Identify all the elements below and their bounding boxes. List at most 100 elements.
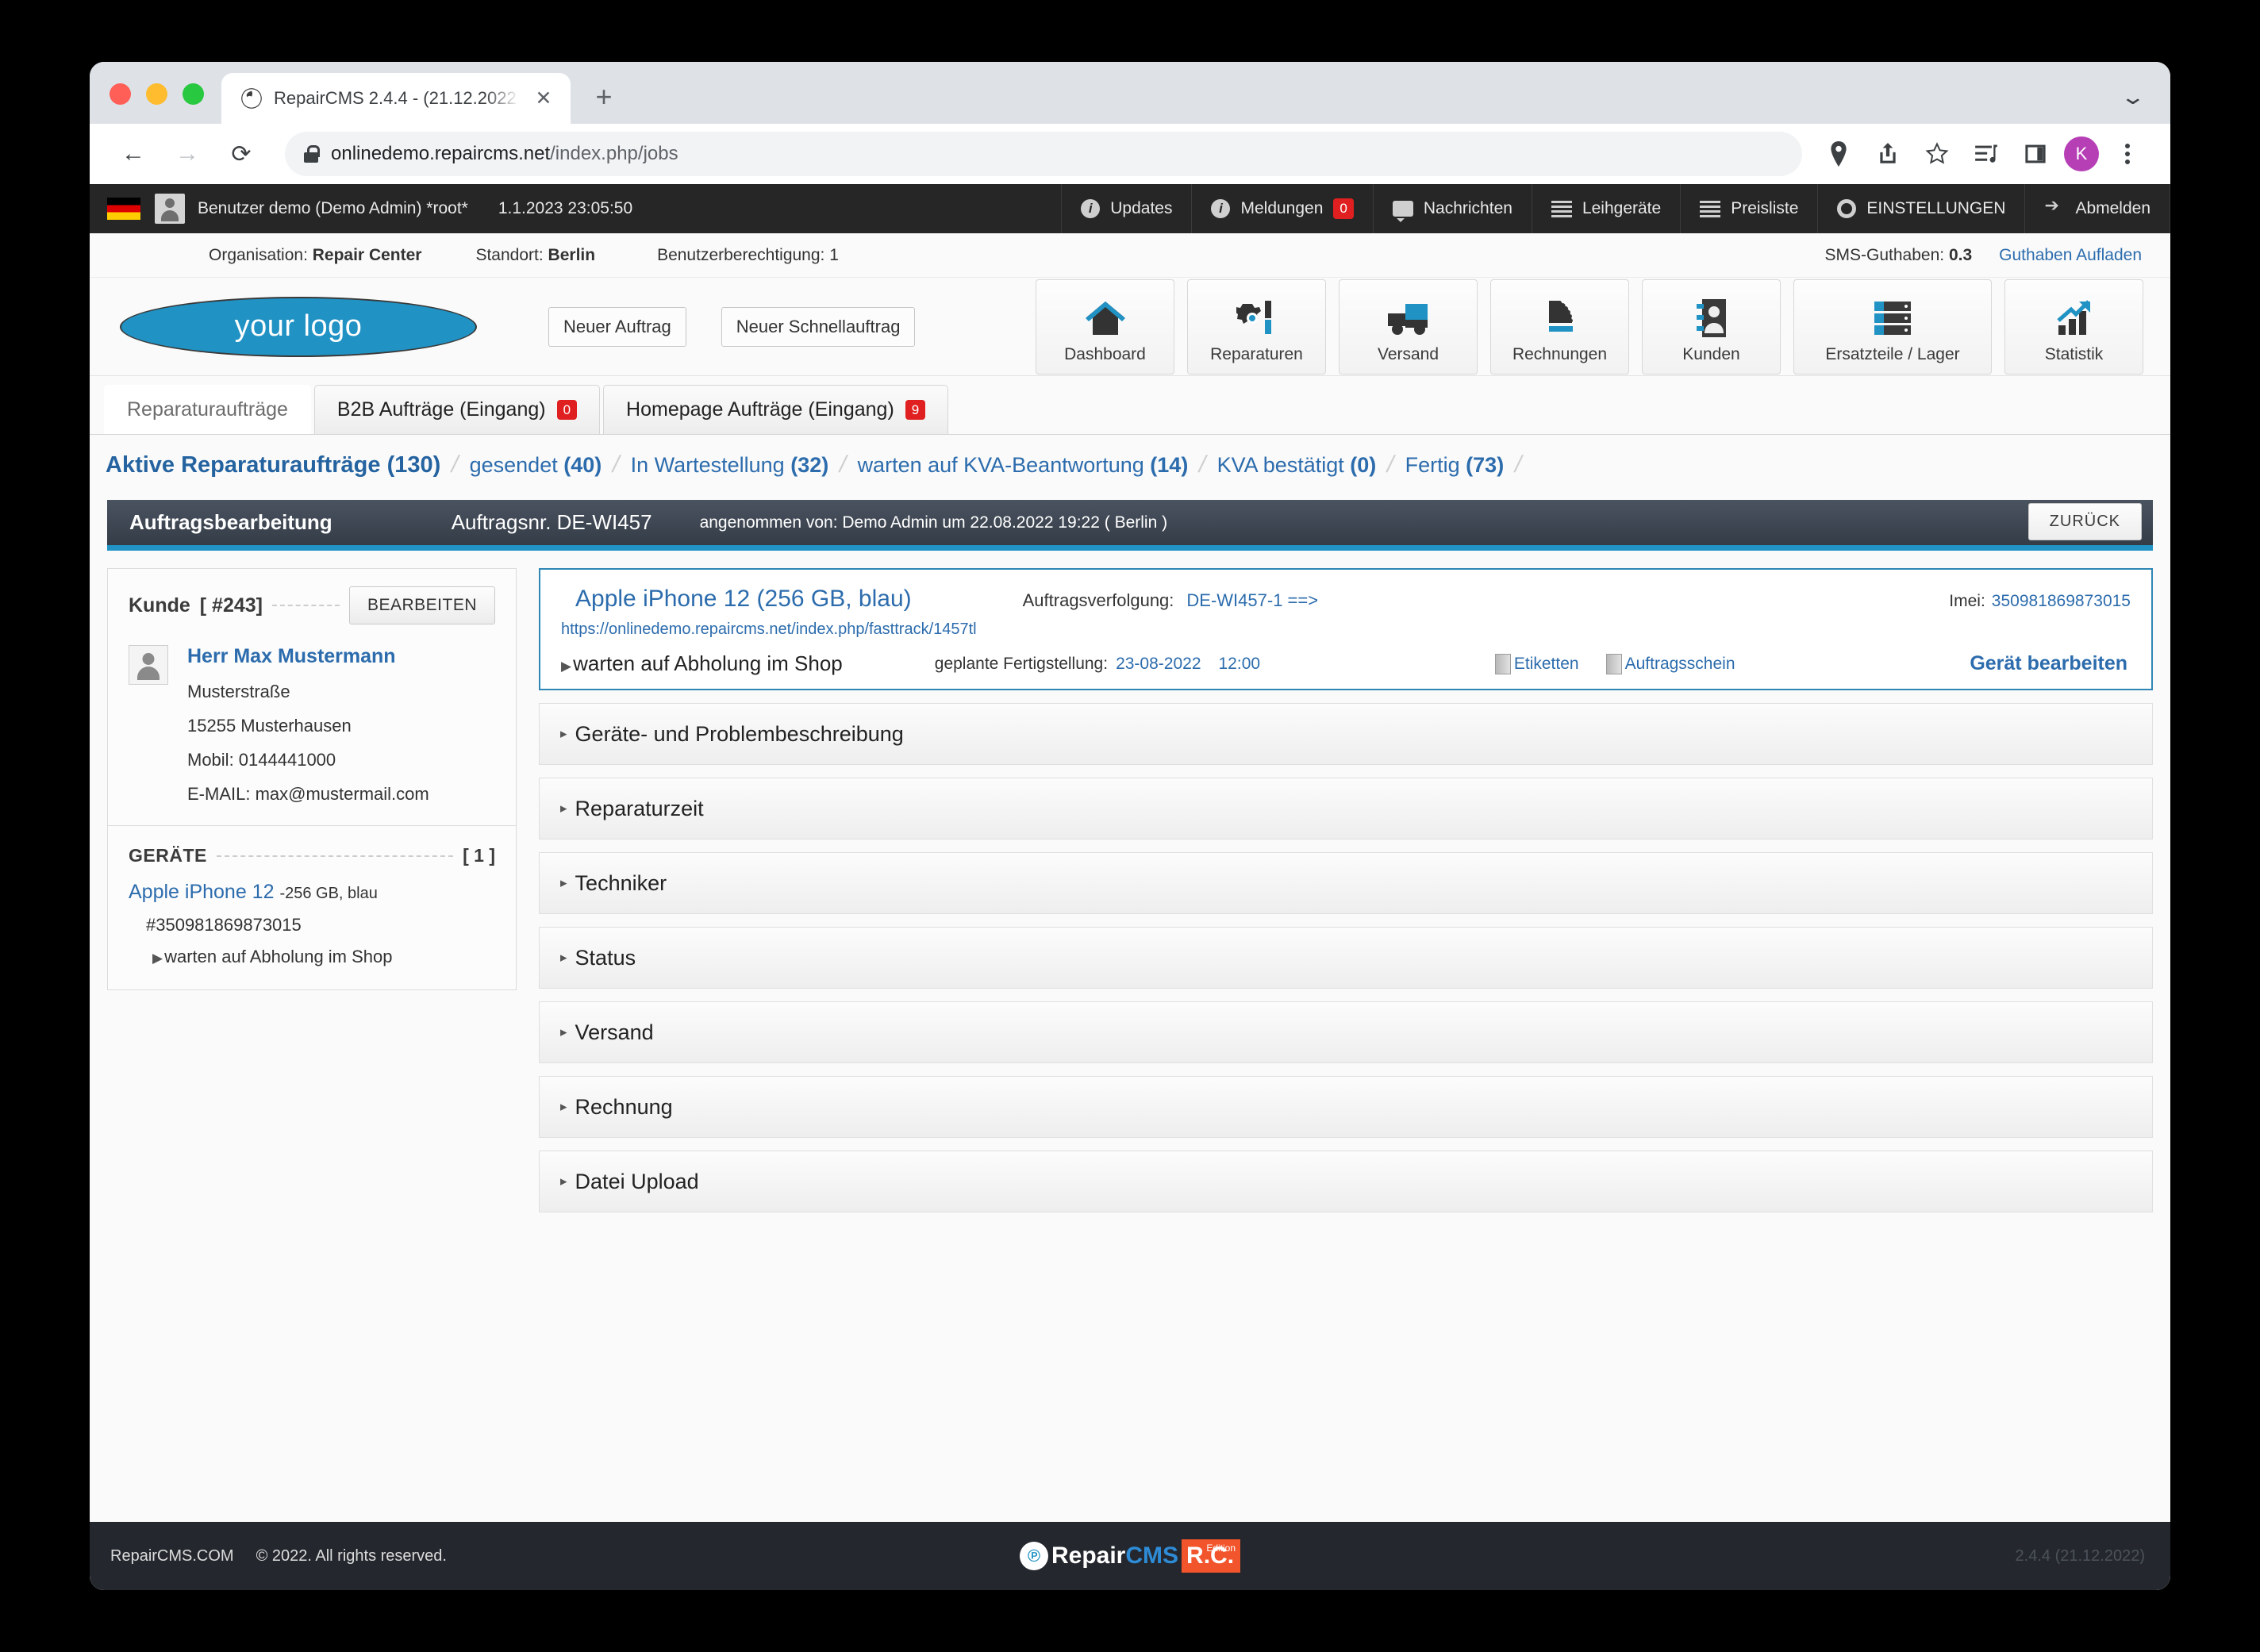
footer-logo-repair: Repair <box>1051 1543 1126 1569</box>
back-button[interactable]: ← <box>110 131 156 177</box>
guthaben-aufladen-link[interactable]: Guthaben Aufladen <box>1999 246 2142 265</box>
device-name-link[interactable]: Apple iPhone 12 <box>129 881 274 903</box>
appbar-item-updates[interactable]: i Updates <box>1061 184 1191 233</box>
side-panel-icon[interactable] <box>2015 133 2056 175</box>
bookmark-star-icon[interactable] <box>1916 133 1958 175</box>
forward-button[interactable]: → <box>164 131 210 177</box>
edit-customer-button[interactable]: BEARBEITEN <box>348 586 495 624</box>
neuer-auftrag-button[interactable]: Neuer Auftrag <box>548 306 686 347</box>
chat-icon <box>1392 201 1413 222</box>
breadcrumb-item-fertig[interactable]: Fertig (73) <box>1405 453 1505 478</box>
device-status-label: warten auf Abholung im Shop <box>164 947 393 966</box>
location-pin-icon[interactable] <box>1818 133 1859 175</box>
triangle-right-icon: ▸ <box>560 801 567 816</box>
maximize-window-button[interactable] <box>183 83 204 105</box>
chevron-down-icon[interactable]: ⌄ <box>2120 85 2147 109</box>
address-bar-url: onlinedemo.repaircms.net/index.php/jobs <box>331 143 678 165</box>
info-icon: i <box>1081 199 1101 218</box>
triangle-right-icon: ▸ <box>560 1024 567 1039</box>
logout-icon <box>2044 195 2065 217</box>
appbar-item-einstellungen[interactable]: EINSTELLUNGEN <box>1817 184 2024 233</box>
browser-toolbar: ← → ⟳ onlinedemo.repaircms.net/index.php… <box>90 124 2170 184</box>
browser-window: RepairCMS 2.4.4 - (21.12.2022 ✕ + ⌄ ← → … <box>90 62 2170 1590</box>
accordion-datei-upload[interactable]: ▸ Datei Upload <box>539 1151 2153 1212</box>
organisation-value: Repair Center <box>312 245 422 264</box>
etiketten-label: Etiketten <box>1513 654 1579 673</box>
appbar-item-abmelden[interactable]: Abmelden <box>2024 184 2170 233</box>
auftragsschein-link[interactable]: Auftragsschein <box>1605 653 1735 674</box>
new-tab-button[interactable]: + <box>582 75 626 119</box>
browser-action-icons: K <box>1818 133 2148 175</box>
company-logo[interactable]: your logo <box>120 296 477 357</box>
triangle-right-icon: ▶ <box>152 951 163 966</box>
appbar-item-meldungen[interactable]: i Meldungen 0 <box>1191 184 1372 233</box>
breadcrumb-count: (130) <box>386 451 441 478</box>
german-flag-icon[interactable] <box>107 198 140 220</box>
footer-copyright: © 2022. All rights reserved. <box>256 1546 447 1565</box>
server-rack-icon <box>1873 298 1912 339</box>
triangle-right-icon: ▸ <box>560 726 567 741</box>
completion-time[interactable]: 12:00 <box>1219 655 1261 674</box>
breadcrumb-item-wartestellung[interactable]: In Wartestellung (32) <box>631 453 829 478</box>
breadcrumb-item-aktive[interactable]: Aktive Reparaturaufträge (130) <box>106 452 440 478</box>
device-spec: -256 GB, blau <box>279 885 378 902</box>
app-top-bar: Benutzer demo (Demo Admin) *root* 1.1.20… <box>90 184 2170 233</box>
completion-date[interactable]: 23-08-2022 <box>1116 655 1201 674</box>
nav-tile-kunden[interactable]: Kunden <box>1642 279 1781 375</box>
window-controls[interactable] <box>90 83 221 124</box>
neuer-schnellauftrag-button[interactable]: Neuer Schnellauftrag <box>721 306 916 347</box>
breadcrumb-item-gesendet[interactable]: gesendet (40) <box>470 453 602 478</box>
nav-tile-dashboard[interactable]: Dashboard <box>1036 279 1174 375</box>
accordion-reparaturzeit[interactable]: ▸ Reparaturzeit <box>539 778 2153 839</box>
minimize-window-button[interactable] <box>146 83 167 105</box>
customer-title: Kunde <box>129 594 190 617</box>
close-window-button[interactable] <box>110 83 131 105</box>
edit-device-link[interactable]: Gerät bearbeiten <box>1970 652 2127 675</box>
browser-tab[interactable]: RepairCMS 2.4.4 - (21.12.2022 ✕ <box>221 73 571 124</box>
appbar-item-leihgeraete[interactable]: Leihgeräte <box>1531 184 1680 233</box>
imei-value-link[interactable]: 350981869873015 <box>1992 592 2131 611</box>
customer-name-link[interactable]: Herr Max Mustermann <box>187 645 429 668</box>
nav-tile-rechnungen[interactable]: Rechnungen <box>1490 279 1629 375</box>
breadcrumb-item-kva-bestaetigt[interactable]: KVA bestätigt (0) <box>1217 453 1377 478</box>
device-card-title-link[interactable]: Apple iPhone 12 (256 GB, blau) <box>575 586 912 613</box>
contacts-icon <box>1696 298 1728 339</box>
nav-tile-ersatzteile-lager[interactable]: Ersatzteile / Lager <box>1793 279 1992 375</box>
appbar-item-label: Meldungen <box>1240 199 1324 217</box>
nav-tile-versand[interactable]: Versand <box>1339 279 1478 375</box>
nav-tile-statistik[interactable]: Statistik <box>2004 279 2143 375</box>
user-avatar-icon[interactable] <box>155 194 185 224</box>
profile-avatar[interactable]: K <box>2064 136 2099 171</box>
meldungen-badge: 0 <box>1333 198 1354 219</box>
tracking-value-link[interactable]: DE-WI457-1 ==> <box>1186 590 1318 611</box>
reading-list-icon[interactable] <box>1966 133 2007 175</box>
device-card-status[interactable]: ▶warten auf Abholung im Shop <box>561 651 843 676</box>
close-tab-button[interactable]: ✕ <box>531 86 556 111</box>
nav-tile-label: Statistik <box>2044 344 2104 363</box>
etiketten-link[interactable]: Etiketten <box>1494 653 1579 674</box>
appbar-item-preisliste[interactable]: Preisliste <box>1680 184 1817 233</box>
device-list-item[interactable]: Apple iPhone 12 -256 GB, blau <box>129 881 495 904</box>
tab-reparaturauftraege[interactable]: Reparaturaufträge <box>104 385 311 434</box>
fasttrack-url-link[interactable]: https://onlinedemo.repaircms.net/index.p… <box>561 620 2131 639</box>
reload-button[interactable]: ⟳ <box>218 131 264 177</box>
tab-label: Reparaturaufträge <box>127 398 288 421</box>
accordion-techniker[interactable]: ▸ Techniker <box>539 852 2153 914</box>
devices-panel: GERÄTE [ 1 ] Apple iPhone 12 -256 GB, bl… <box>107 826 517 990</box>
tab-b2b-auftraege[interactable]: B2B Aufträge (Eingang) 0 <box>313 385 601 434</box>
customer-avatar-icon <box>129 645 168 685</box>
app-footer: RepairCMS.COM © 2022. All rights reserve… <box>90 1522 2170 1590</box>
appbar-item-nachrichten[interactable]: Nachrichten <box>1372 184 1532 233</box>
accordion-rechnung[interactable]: ▸ Rechnung <box>539 1076 2153 1138</box>
back-button-zurueck[interactable]: ZURÜCK <box>2027 503 2142 540</box>
tab-homepage-auftraege[interactable]: Homepage Aufträge (Eingang) 9 <box>603 385 949 434</box>
address-bar[interactable]: onlinedemo.repaircms.net/index.php/jobs <box>285 132 1802 176</box>
nav-tile-reparaturen[interactable]: Reparaturen <box>1187 279 1326 375</box>
share-icon[interactable] <box>1867 133 1908 175</box>
standort-value: Berlin <box>548 245 596 264</box>
browser-menu-icon[interactable] <box>2107 133 2148 175</box>
accordion-status[interactable]: ▸ Status <box>539 927 2153 989</box>
breadcrumb-item-kva-beantwortung[interactable]: warten auf KVA-Beantwortung (14) <box>858 453 1189 478</box>
accordion-versand[interactable]: ▸ Versand <box>539 1001 2153 1063</box>
accordion-geraete-problembeschreibung[interactable]: ▸ Geräte- und Problembeschreibung <box>539 703 2153 765</box>
